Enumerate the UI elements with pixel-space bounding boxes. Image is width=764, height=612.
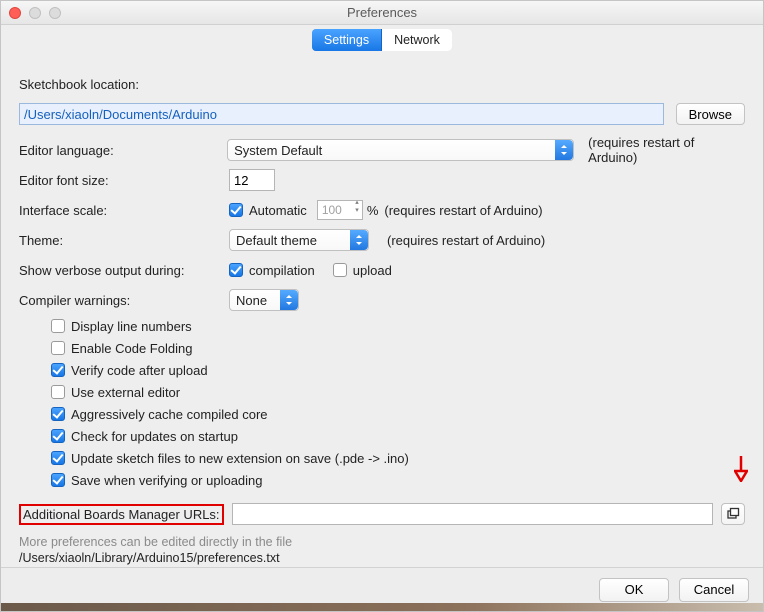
theme-value: Default theme: [236, 233, 317, 248]
compiler-warnings-value: None: [236, 293, 267, 308]
sketchbook-label-row: Sketchbook location:: [19, 69, 745, 99]
upload-checkbox[interactable]: [333, 263, 347, 277]
sketchbook-location-label: Sketchbook location:: [19, 77, 139, 92]
option-label: Update sketch files to new extension on …: [71, 451, 409, 466]
display-line-numbers-checkbox[interactable]: [51, 319, 65, 333]
tab-bar: Settings Network: [1, 25, 763, 55]
font-size-input[interactable]: [229, 169, 275, 191]
automatic-scale-checkbox[interactable]: [229, 203, 243, 217]
additional-urls-input[interactable]: [232, 503, 713, 525]
interface-scale-label: Interface scale:: [19, 203, 229, 218]
automatic-scale-text: Automatic: [249, 203, 307, 218]
window-stack-icon: [726, 507, 740, 521]
option-label: Enable Code Folding: [71, 341, 192, 356]
option-label: Check for updates on startup: [71, 429, 238, 444]
additional-urls-label: Additional Boards Manager URLs:: [23, 507, 220, 522]
font-size-label: Editor font size:: [19, 173, 229, 188]
theme-hint: (requires restart of Arduino): [387, 233, 545, 248]
window-title: Preferences: [1, 5, 763, 20]
chevron-updown-icon: [555, 140, 573, 160]
compilation-checkbox[interactable]: [229, 263, 243, 277]
update-sketch-ext-checkbox[interactable]: [51, 451, 65, 465]
percent-sign: %: [367, 203, 379, 218]
chevron-updown-icon: [350, 230, 368, 250]
option-label: Use external editor: [71, 385, 180, 400]
compilation-text: compilation: [249, 263, 315, 278]
option-label: Save when verifying or uploading: [71, 473, 263, 488]
preferences-window: Preferences Settings Network Sketchbook …: [0, 0, 764, 612]
upload-text: upload: [353, 263, 392, 278]
sketchbook-location-input[interactable]: [19, 103, 664, 125]
interface-scale-hint: (requires restart of Arduino): [384, 203, 542, 218]
verify-code-after-upload-checkbox[interactable]: [51, 363, 65, 377]
open-urls-editor-button[interactable]: [721, 503, 745, 525]
compiler-warnings-label: Compiler warnings:: [19, 293, 229, 308]
editor-language-select[interactable]: System Default: [227, 139, 574, 161]
background-strip: [1, 603, 763, 611]
option-label: Verify code after upload: [71, 363, 208, 378]
browse-button[interactable]: Browse: [676, 103, 745, 125]
editor-language-hint: (requires restart of Arduino): [588, 135, 745, 165]
options-list: Display line numbers Enable Code Folding…: [51, 315, 745, 491]
option-label: Aggressively cache compiled core: [71, 407, 268, 422]
settings-panel: Sketchbook location: Browse Editor langu…: [11, 61, 753, 567]
editor-language-label: Editor language:: [19, 143, 227, 158]
aggressively-cache-checkbox[interactable]: [51, 407, 65, 421]
theme-select[interactable]: Default theme: [229, 229, 369, 251]
chevron-updown-icon: [280, 290, 298, 310]
footer-hint-1: More preferences can be edited directly …: [19, 533, 745, 551]
tabs-group: Settings Network: [312, 29, 452, 51]
theme-label: Theme:: [19, 233, 229, 248]
option-label: Display line numbers: [71, 319, 192, 334]
editor-language-value: System Default: [234, 143, 322, 158]
ok-button[interactable]: OK: [599, 578, 669, 602]
tab-settings[interactable]: Settings: [312, 29, 382, 51]
preferences-file-path: /Users/xiaoln/Library/Arduino15/preferen…: [19, 551, 745, 565]
save-when-verifying-checkbox[interactable]: [51, 473, 65, 487]
additional-urls-label-highlighted: Additional Boards Manager URLs:: [19, 504, 224, 525]
tab-network[interactable]: Network: [382, 29, 452, 51]
scale-percent-input[interactable]: 100: [317, 200, 363, 220]
title-bar: Preferences: [1, 1, 763, 25]
check-updates-startup-checkbox[interactable]: [51, 429, 65, 443]
cancel-button[interactable]: Cancel: [679, 578, 749, 602]
enable-code-folding-checkbox[interactable]: [51, 341, 65, 355]
verbose-label: Show verbose output during:: [19, 263, 229, 278]
compiler-warnings-select[interactable]: None: [229, 289, 299, 311]
use-external-editor-checkbox[interactable]: [51, 385, 65, 399]
